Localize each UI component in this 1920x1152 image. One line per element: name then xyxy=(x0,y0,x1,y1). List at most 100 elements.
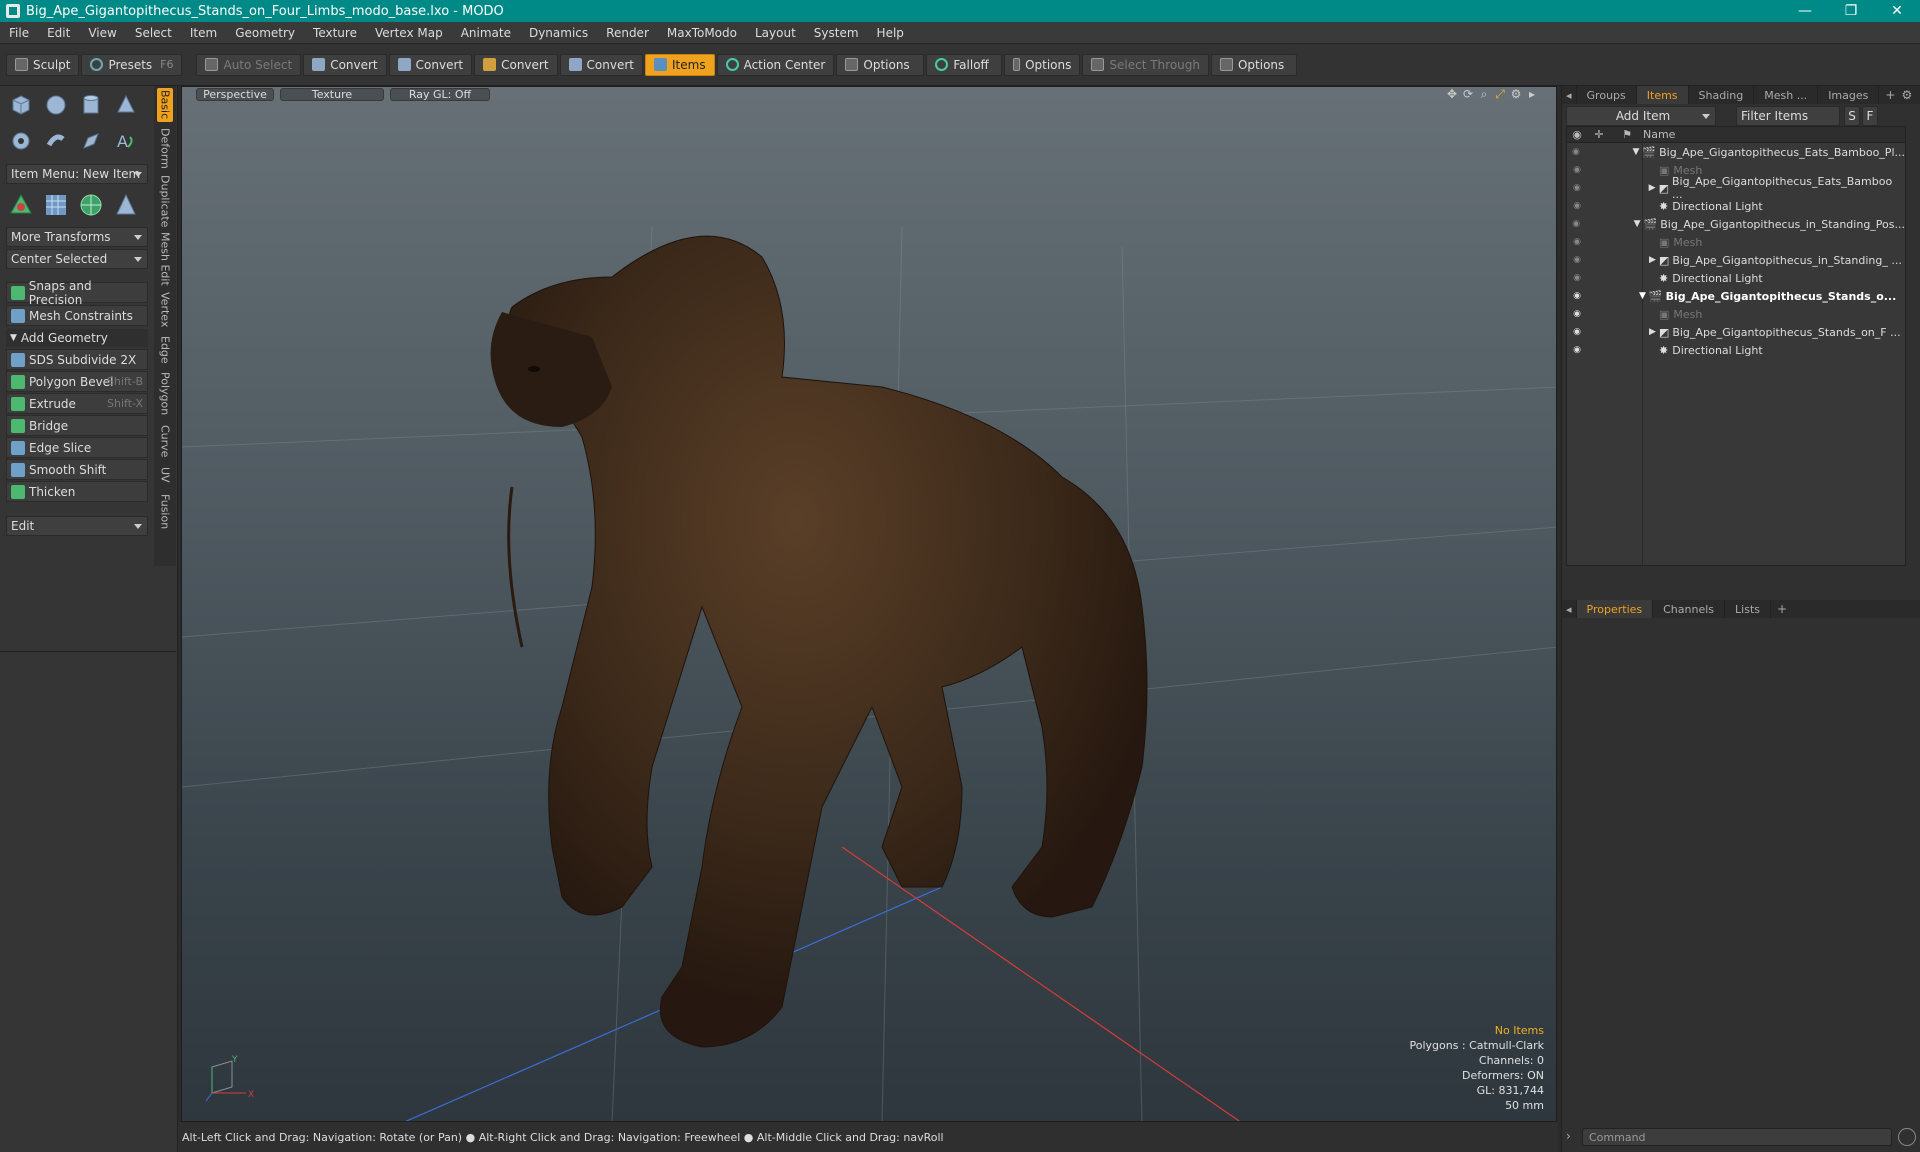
pyramid-tool[interactable] xyxy=(111,190,141,220)
tab-groups[interactable]: Groups xyxy=(1577,86,1637,104)
menu-geometry[interactable]: Geometry xyxy=(226,26,304,40)
panel-menu-arrow-icon[interactable]: ◂ xyxy=(1562,600,1577,618)
sculpt-button[interactable]: Sculpt xyxy=(6,53,80,76)
menu-select[interactable]: Select xyxy=(126,26,181,40)
transform-tool[interactable] xyxy=(6,190,36,220)
item-menu-dropdown[interactable]: Item Menu: New Item xyxy=(6,164,148,184)
pen-tool[interactable] xyxy=(76,126,106,156)
eye-icon[interactable]: ◉ xyxy=(1567,345,1587,355)
tab-polygon[interactable]: Polygon xyxy=(157,370,173,418)
menu-edit[interactable]: Edit xyxy=(38,26,79,40)
tab-edge[interactable]: Edge xyxy=(157,334,173,366)
zoom-icon[interactable]: ⌕ xyxy=(1476,87,1492,101)
filter-items-input[interactable]: Filter Items xyxy=(1736,106,1840,126)
cylinder-tool[interactable] xyxy=(76,90,106,120)
pan-icon[interactable]: ✥ xyxy=(1444,87,1460,101)
torus-tool[interactable] xyxy=(6,126,36,156)
grid-tool[interactable] xyxy=(41,190,71,220)
text-tool[interactable]: A xyxy=(111,126,141,156)
eye-icon[interactable]: ◉ xyxy=(1567,309,1587,319)
tree-row[interactable]: ◉ ▶ ◩ Big_Ape_Gigantopithecus_Stands_on_F .… xyxy=(1567,323,1905,341)
expand-arrow-icon[interactable]: ▶ xyxy=(1649,183,1656,193)
menu-view[interactable]: View xyxy=(79,26,125,40)
menu-render[interactable]: Render xyxy=(597,26,658,40)
fit-icon[interactable]: ⤢ xyxy=(1492,87,1508,101)
tree-row[interactable]: ◉ ✸ Directional Light xyxy=(1567,341,1905,359)
center-selected-dropdown[interactable]: Center Selected xyxy=(6,249,148,269)
collapse-arrow-icon[interactable]: ▼ xyxy=(1632,147,1639,157)
3d-viewport[interactable]: Perspective Texture Ray GL: Off ✥ ⟳ ⌕ ⤢ … xyxy=(181,86,1557,1122)
polygon-bevel-button[interactable]: Polygon Bevel Shift-B xyxy=(6,371,148,392)
menu-help[interactable]: Help xyxy=(868,26,913,40)
falloff-options-button[interactable]: Options xyxy=(1004,53,1081,76)
tab-channels[interactable]: Channels xyxy=(1653,600,1726,618)
tab-duplicate[interactable]: Duplicate xyxy=(157,174,173,228)
close-button[interactable]: ✕ xyxy=(1874,0,1920,22)
menu-vertex-map[interactable]: Vertex Map xyxy=(366,26,452,40)
menu-layout[interactable]: Layout xyxy=(746,26,805,40)
tree-row[interactable]: ◉ ▼ 🎬 Big_Ape_Gigantopithecus_Eats_Bamboo_P… xyxy=(1567,143,1905,161)
tree-row[interactable]: ◉ ✸ Directional Light xyxy=(1567,197,1905,215)
globe-tool[interactable] xyxy=(76,190,106,220)
expand-arrow-icon[interactable]: ▶ xyxy=(1649,327,1656,337)
sds-subdivide-button[interactable]: SDS Subdivide 2X xyxy=(6,349,148,370)
cube-tool[interactable] xyxy=(6,90,36,120)
eye-icon[interactable]: ◉ xyxy=(1567,237,1587,247)
expand-arrow-icon[interactable]: ▶ xyxy=(1649,255,1656,265)
tab-properties[interactable]: Properties xyxy=(1576,600,1654,618)
eye-icon[interactable]: ◉ xyxy=(1567,327,1587,337)
tab-uv[interactable]: UV xyxy=(157,464,173,486)
bridge-button[interactable]: Bridge xyxy=(6,415,148,436)
mesh-constraints-button[interactable]: Mesh Constraints xyxy=(6,305,148,326)
s-button[interactable]: S xyxy=(1844,106,1860,126)
eye-icon[interactable]: ◉ xyxy=(1567,273,1587,283)
cone-tool[interactable] xyxy=(111,90,141,120)
tree-row[interactable]: ◉ ▣ Mesh xyxy=(1567,305,1905,323)
smooth-shift-button[interactable]: Smooth Shift xyxy=(6,459,148,480)
menu-animate[interactable]: Animate xyxy=(452,26,520,40)
action-center-options-button[interactable]: Options xyxy=(836,53,925,76)
tab-shading[interactable]: Shading xyxy=(1689,86,1755,104)
add-item-dropdown[interactable]: Add Item xyxy=(1566,106,1716,126)
view-type-button[interactable]: Perspective xyxy=(196,87,274,101)
tree-row[interactable]: ◉ ▼ 🎬 Big_Ape_Gigantopithecus_in_Standing_P… xyxy=(1567,215,1905,233)
collapse-arrow-icon[interactable]: ▼ xyxy=(1639,291,1646,301)
eye-icon[interactable]: ◉ xyxy=(1567,147,1585,157)
extrude-button[interactable]: Extrude Shift-X xyxy=(6,393,148,414)
rotate-icon[interactable]: ⟳ xyxy=(1460,87,1476,101)
add-geometry-header[interactable]: ▼ Add Geometry xyxy=(6,329,148,347)
panel-menu-arrow-icon[interactable]: ◂ xyxy=(1562,86,1577,104)
edit-dropdown[interactable]: Edit xyxy=(6,516,148,536)
eye-icon[interactable]: ◉ xyxy=(1567,219,1585,229)
f-button[interactable]: F xyxy=(1862,106,1878,126)
eye-icon[interactable]: ◉ xyxy=(1567,165,1587,175)
add-tab-icon[interactable]: + xyxy=(1885,88,1895,102)
tab-vertex[interactable]: Vertex xyxy=(157,290,173,330)
tree-row[interactable]: ◉ ▶ ◩ Big_Ape_Gigantopithecus_in_Standing_ … xyxy=(1567,251,1905,269)
sphere-tool[interactable] xyxy=(41,90,71,120)
tree-row[interactable]: ◉ ▣ Mesh xyxy=(1567,233,1905,251)
menu-dynamics[interactable]: Dynamics xyxy=(520,26,597,40)
edge-slice-button[interactable]: Edge Slice xyxy=(6,437,148,458)
auto-select-button[interactable]: Auto Select xyxy=(196,53,302,76)
maximize-button[interactable]: ❐ xyxy=(1828,0,1874,22)
more-transforms-dropdown[interactable]: More Transforms xyxy=(6,227,148,247)
menu-file[interactable]: File xyxy=(0,26,38,40)
tab-deform[interactable]: Deform xyxy=(157,126,173,170)
tree-row[interactable]: ◉ ▼ 🎬 Big_Ape_Gigantopithecus_Stands_o... xyxy=(1567,287,1905,305)
select-through-button[interactable]: Select Through xyxy=(1082,53,1209,76)
tab-fusion[interactable]: Fusion xyxy=(157,490,173,534)
add-tab-icon[interactable]: + xyxy=(1777,602,1787,616)
convert-materials-button[interactable]: Convert xyxy=(559,53,643,76)
action-center-button[interactable]: Action Center xyxy=(716,53,835,76)
tree-row[interactable]: ◉ ✸ Directional Light xyxy=(1567,269,1905,287)
tab-mesh-edit[interactable]: Mesh Edit xyxy=(157,232,173,286)
convert-edges-button[interactable]: Convert xyxy=(388,53,473,76)
command-input[interactable]: Command xyxy=(1582,1128,1892,1146)
tab-images[interactable]: Images xyxy=(1818,86,1880,104)
convert-vertices-button[interactable]: Convert xyxy=(303,53,387,76)
shading-mode-button[interactable]: Texture xyxy=(280,87,384,101)
falloff-button[interactable]: Falloff xyxy=(926,53,1003,76)
tab-basic[interactable]: Basic xyxy=(157,88,173,122)
snaps-precision-button[interactable]: Snaps and Precision xyxy=(6,279,148,307)
